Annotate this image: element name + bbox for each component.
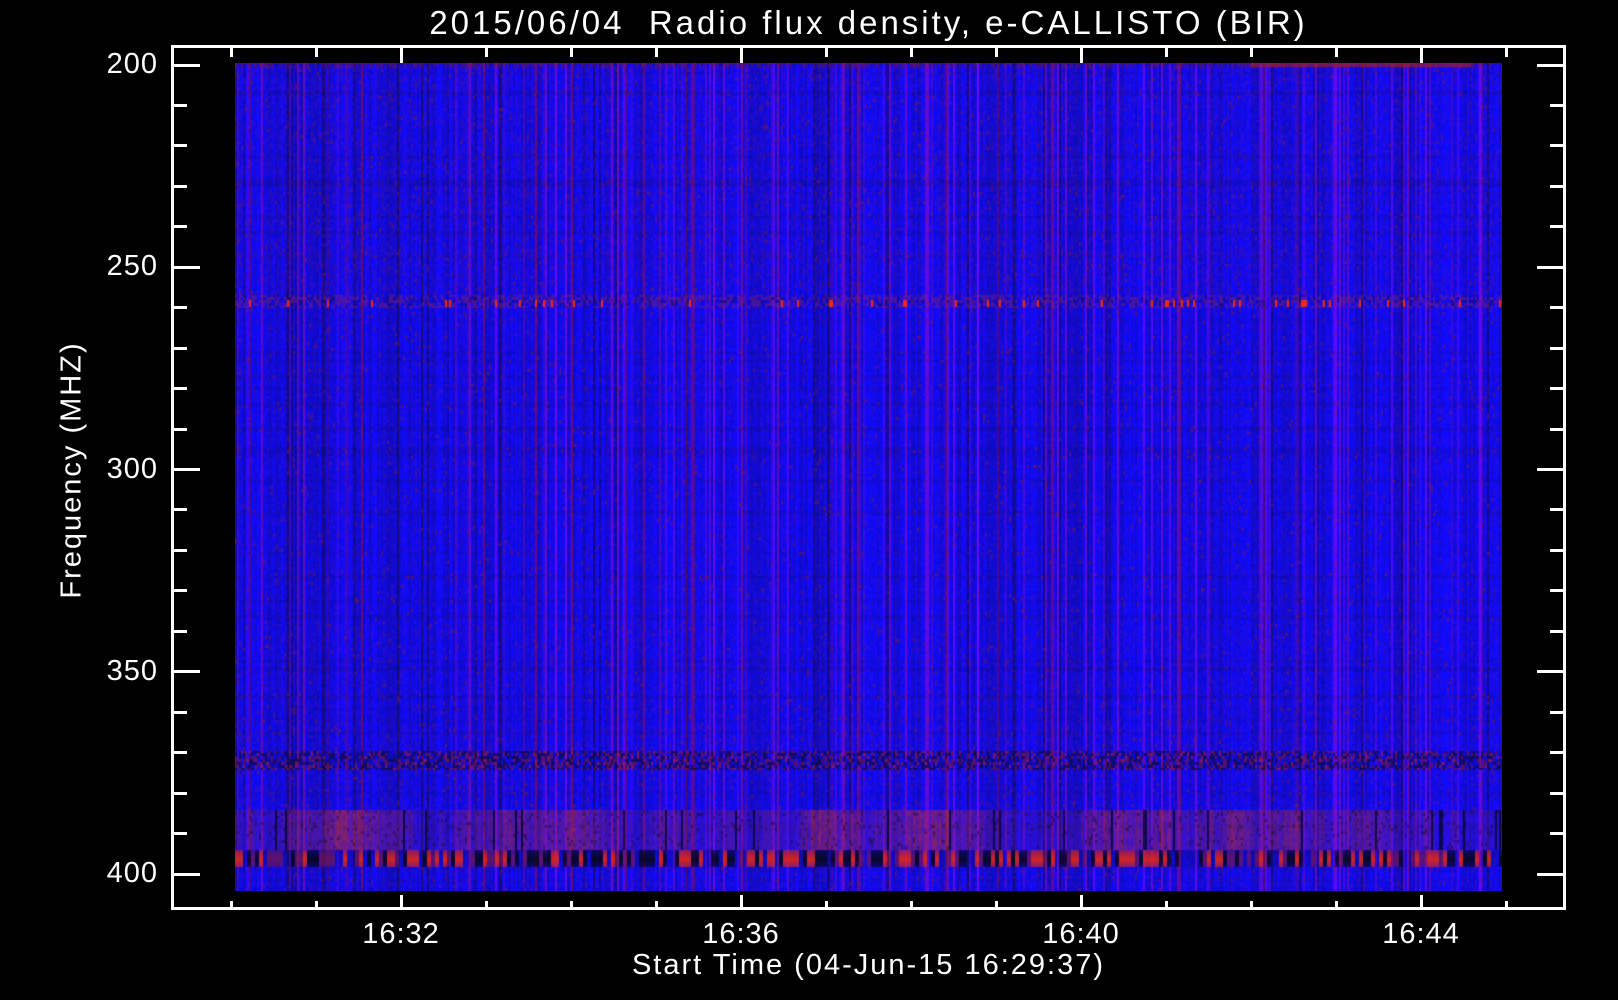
y-tick-label: 300 [106, 452, 158, 485]
axis-tick [174, 225, 187, 229]
axis-tick [1504, 901, 1508, 910]
axis-tick [174, 468, 200, 471]
axis-tick [1550, 548, 1563, 552]
axis-tick [174, 751, 187, 755]
axis-tick [174, 872, 200, 876]
axis-tick [1550, 225, 1563, 229]
axis-tick [174, 548, 187, 552]
axes-ticks-layer: 16:32 16:36 16:40 16:44 200 250 300 350 400 [0, 0, 1618, 1000]
axis-tick [1550, 387, 1563, 391]
axis-tick [314, 901, 318, 910]
axis-tick [1550, 144, 1563, 148]
axis-tick [1079, 48, 1083, 63]
axis-tick [1550, 832, 1563, 836]
axis-tick [174, 63, 200, 67]
axis-tick [399, 895, 403, 910]
axis-tick [1550, 103, 1563, 107]
x-tick-label: 16:36 [702, 918, 780, 950]
axis-tick [229, 48, 233, 57]
axis-tick [1537, 468, 1563, 471]
axis-tick [174, 629, 187, 633]
axis-tick [484, 48, 488, 57]
axis-tick [1537, 265, 1563, 269]
axis-tick [399, 48, 403, 63]
axis-tick [1249, 48, 1253, 57]
axis-tick [1504, 48, 1508, 57]
axis-tick [569, 901, 573, 910]
axis-tick [1550, 346, 1563, 350]
axis-tick [1550, 508, 1563, 512]
axis-tick [174, 832, 187, 836]
axis-tick [174, 184, 187, 188]
axis-tick [1550, 629, 1563, 633]
axis-tick [174, 265, 200, 269]
axis-tick [1419, 48, 1423, 63]
axis-tick [654, 48, 658, 57]
callisto-spectrogram-screenshot: 2015/06/04 Radio flux density, e-CALLIST… [0, 0, 1618, 1000]
axis-tick [174, 710, 187, 714]
axis-tick [994, 48, 998, 57]
axis-tick [1550, 710, 1563, 714]
y-tick-label: 350 [106, 654, 158, 687]
x-tick-label: 16:44 [1382, 918, 1460, 950]
y-tick-label: 250 [106, 250, 158, 283]
axis-tick [229, 901, 233, 910]
x-axis-label: Start Time (04-Jun-15 16:29:37) [631, 949, 1106, 981]
y-tick-label: 200 [106, 48, 158, 80]
axis-tick [739, 895, 743, 910]
axis-tick [174, 791, 187, 795]
y-tick-label: 400 [106, 857, 158, 889]
axis-tick [1550, 751, 1563, 755]
axis-tick [824, 48, 828, 57]
axis-tick [1334, 48, 1338, 57]
axis-tick [1550, 427, 1563, 431]
axis-tick [174, 589, 187, 593]
axis-tick [174, 103, 187, 107]
axis-tick [739, 48, 743, 63]
axis-tick [909, 48, 913, 57]
x-tick-label: 16:32 [362, 918, 440, 950]
axis-tick [1164, 901, 1168, 910]
axis-tick [1550, 184, 1563, 188]
axis-tick [174, 508, 187, 512]
axis-tick [1419, 895, 1423, 910]
axis-tick [174, 346, 187, 350]
axis-tick [569, 48, 573, 57]
axis-tick [1537, 872, 1563, 876]
axis-tick [1537, 63, 1563, 67]
axis-tick [1537, 670, 1563, 674]
axis-tick [174, 427, 187, 431]
axis-tick [994, 901, 998, 910]
axis-tick [824, 901, 828, 910]
axis-tick [174, 306, 187, 310]
axis-tick [484, 901, 488, 910]
axis-tick [174, 387, 187, 391]
axis-tick [654, 901, 658, 910]
axis-tick [1164, 48, 1168, 57]
x-tick-label: 16:40 [1042, 918, 1120, 950]
axis-tick [1079, 895, 1083, 910]
axis-tick [174, 670, 200, 674]
axis-tick [909, 901, 913, 910]
axis-tick [1550, 791, 1563, 795]
axis-tick [174, 144, 187, 148]
axis-tick [1550, 306, 1563, 310]
axis-tick [1550, 589, 1563, 593]
axis-tick [1334, 901, 1338, 910]
axis-tick [314, 48, 318, 57]
axis-tick [1249, 901, 1253, 910]
